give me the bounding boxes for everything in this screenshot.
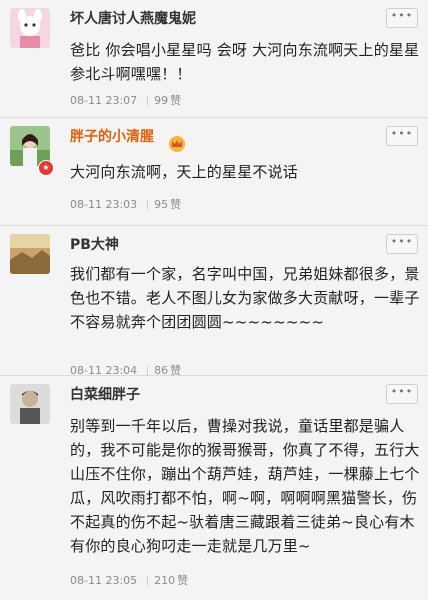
timestamp: 08-11 23:03 — [70, 198, 138, 211]
comment-text: 大河向东流啊，天上的星星不说话 — [70, 163, 299, 181]
divider — [147, 200, 149, 210]
username[interactable]: 胖子的小清腥 — [70, 126, 154, 146]
comment-meta: 08-11 23:07 99 赞 — [70, 92, 181, 108]
avatar[interactable] — [10, 384, 50, 424]
username[interactable]: 坏人唐讨人燕魔鬼妮 — [70, 8, 196, 28]
divider — [147, 366, 149, 376]
comment-feed: 坏人唐讨人燕魔鬼妮 ••• 爸比 你会唱小星星吗 会呀 大河向东流啊天上的星星参… — [0, 0, 428, 600]
more-icon[interactable]: ••• — [386, 8, 418, 28]
crown-icon — [169, 136, 185, 152]
verified-badge-icon: ★ — [38, 160, 54, 176]
divider — [147, 576, 149, 586]
comment-text: 我们都有一个家，名字叫中国，兄弟姐妹都很多，景色也不错。老人不图儿女为家做多大贡… — [70, 265, 420, 331]
comment-text: 别等到一千年以后，曹操对我说，童话里都是骗人的，我不可能是你的猴哥猴哥，你真了不… — [70, 417, 420, 555]
more-icon[interactable]: ••• — [386, 234, 418, 254]
like-label[interactable]: 赞 — [170, 94, 181, 107]
like-count[interactable]: 95 — [154, 198, 168, 211]
username[interactable]: 白菜细胖子 — [70, 384, 140, 404]
timestamp: 08-11 23:05 — [70, 574, 138, 587]
timestamp: 08-11 23:07 — [70, 94, 138, 107]
like-count[interactable]: 210 — [154, 574, 175, 587]
comment-text: 爸比 你会唱小星星吗 会呀 大河向东流啊天上的星星参北斗啊嘿嘿！！ — [70, 41, 420, 83]
like-label[interactable]: 赞 — [170, 198, 181, 211]
more-icon[interactable]: ••• — [386, 384, 418, 404]
comment-item: 白菜细胖子 ••• 别等到一千年以后，曹操对我说，童话里都是骗人的，我不可能是你… — [0, 376, 428, 600]
username[interactable]: PB大神 — [70, 234, 119, 254]
like-count[interactable]: 99 — [154, 94, 168, 107]
comment-item: 坏人唐讨人燕魔鬼妮 ••• 爸比 你会唱小星星吗 会呀 大河向东流啊天上的星星参… — [0, 0, 428, 118]
more-icon[interactable]: ••• — [386, 126, 418, 146]
comment-meta: 08-11 23:03 95 赞 — [70, 196, 181, 212]
divider — [147, 96, 149, 106]
comment-item: ★ 胖子的小清腥 ••• 大河向东流啊，天上的星星不说话 08-11 23:03… — [0, 118, 428, 226]
comment-meta: 08-11 23:05 210 赞 — [70, 572, 188, 588]
like-label[interactable]: 赞 — [177, 574, 188, 587]
avatar[interactable] — [10, 234, 50, 274]
comment-item: PB大神 ••• 我们都有一个家，名字叫中国，兄弟姐妹都很多，景色也不错。老人不… — [0, 226, 428, 377]
avatar[interactable] — [10, 8, 50, 48]
